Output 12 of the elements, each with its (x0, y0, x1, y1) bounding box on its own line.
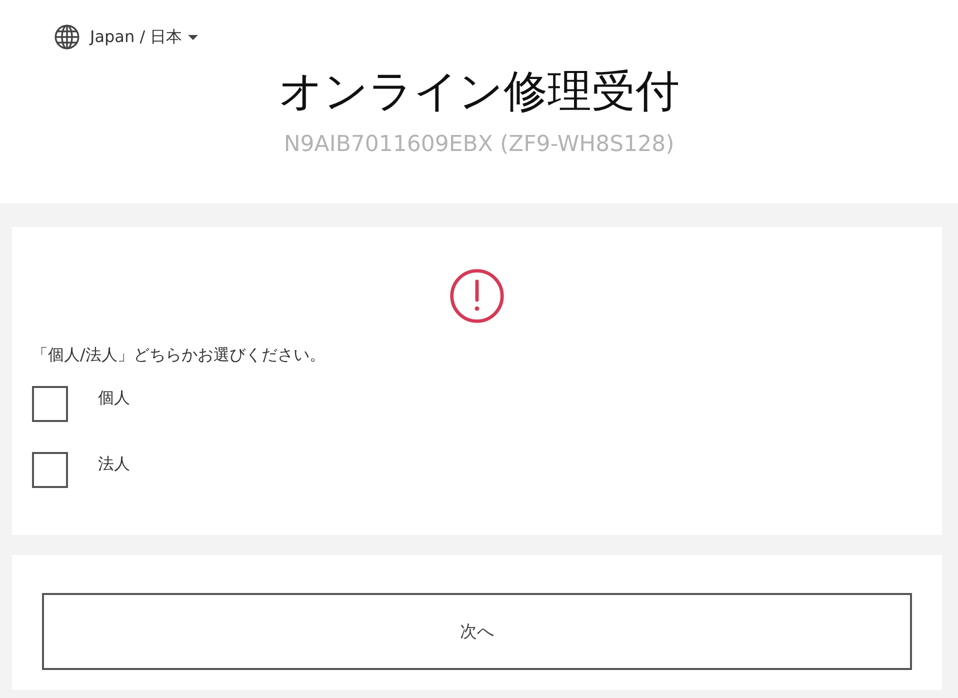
caret-icon (188, 34, 198, 40)
question-prompt: 「個人/法人」どちらかお選びください。 (32, 345, 326, 366)
next-button[interactable]: 次へ (42, 593, 912, 670)
checkbox[interactable] (32, 386, 68, 422)
region-selector[interactable]: Japan / 日本 (54, 24, 198, 50)
warning-icon (448, 267, 506, 325)
checkbox[interactable] (32, 452, 68, 488)
option-label: 法人 (98, 454, 130, 474)
page-title: オンライン修理受付 (278, 65, 680, 119)
globe-icon (54, 24, 80, 50)
serial-number: N9AIB7011609EBX (ZF9-WH8S128) (282, 132, 676, 157)
option-label: 個人 (98, 388, 130, 408)
